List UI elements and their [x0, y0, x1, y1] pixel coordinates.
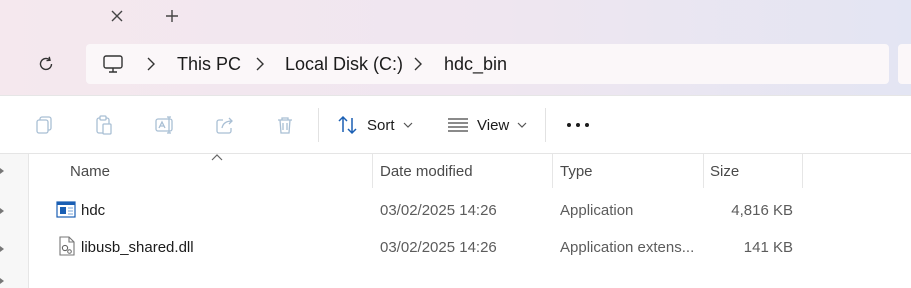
chevron-right-icon[interactable]: [144, 56, 158, 72]
column-divider[interactable]: [372, 154, 373, 188]
breadcrumb-hdc-bin[interactable]: hdc_bin: [444, 44, 507, 84]
sort-ascending-icon: [211, 154, 223, 161]
column-header-size[interactable]: Size: [710, 154, 739, 188]
application-icon: [56, 201, 76, 218]
share-icon[interactable]: [212, 112, 238, 138]
file-type: Application extens...: [560, 238, 695, 256]
new-tab-icon[interactable]: [160, 4, 184, 28]
chevron-right-icon[interactable]: [411, 56, 425, 72]
more-icon[interactable]: [565, 112, 591, 138]
chevron-right-icon[interactable]: [0, 246, 4, 252]
address-bar[interactable]: This PC Local Disk (C:) hdc_bin: [86, 44, 889, 84]
file-name: libusb_shared.dll: [81, 238, 194, 256]
column-header-date-modified[interactable]: Date modified: [380, 154, 473, 188]
view-label: View: [477, 116, 510, 134]
file-type: Application: [560, 201, 634, 219]
delete-icon[interactable]: [272, 112, 298, 138]
title-bar: This PC Local Disk (C:) hdc_bin: [0, 0, 911, 95]
file-name: hdc: [81, 201, 106, 219]
sort-button[interactable]: Sort: [337, 110, 413, 140]
sort-icon: [338, 115, 357, 135]
search-box[interactable]: [898, 44, 911, 84]
file-date-modified: 03/02/2025 14:26: [380, 201, 497, 219]
view-button[interactable]: View: [447, 110, 527, 140]
command-bar: Sort View: [0, 95, 911, 154]
breadcrumb-local-disk[interactable]: Local Disk (C:): [285, 44, 403, 84]
column-divider[interactable]: [552, 154, 553, 188]
breadcrumb-this-pc[interactable]: This PC: [177, 44, 241, 84]
computer-icon[interactable]: [102, 53, 124, 75]
file-list: Name Date modified Type Size hdc 03/02/2…: [0, 153, 911, 288]
toolbar-separator: [545, 108, 546, 142]
dll-file-icon: [59, 236, 75, 256]
copy-icon[interactable]: [31, 112, 57, 138]
column-header-type[interactable]: Type: [560, 154, 593, 188]
file-size: 141 KB: [743, 238, 793, 256]
close-tab-icon[interactable]: [105, 4, 129, 28]
chevron-right-icon[interactable]: [0, 208, 4, 214]
file-date-modified: 03/02/2025 14:26: [380, 238, 497, 256]
chevron-right-icon[interactable]: [253, 56, 267, 72]
column-header-name[interactable]: Name: [70, 154, 110, 188]
rename-icon[interactable]: [152, 112, 178, 138]
chevron-right-icon[interactable]: [0, 168, 4, 174]
file-size: 4,816 KB: [731, 201, 793, 219]
chevron-right-icon[interactable]: [0, 278, 4, 284]
column-divider[interactable]: [802, 154, 803, 188]
view-icon: [448, 118, 468, 132]
toolbar-separator: [318, 108, 319, 142]
refresh-icon[interactable]: [34, 52, 58, 76]
navigation-pane: [0, 154, 29, 288]
chevron-down-icon: [403, 122, 412, 128]
column-divider[interactable]: [703, 154, 704, 188]
sort-label: Sort: [367, 116, 395, 134]
paste-icon[interactable]: [91, 112, 117, 138]
chevron-down-icon: [517, 122, 527, 128]
